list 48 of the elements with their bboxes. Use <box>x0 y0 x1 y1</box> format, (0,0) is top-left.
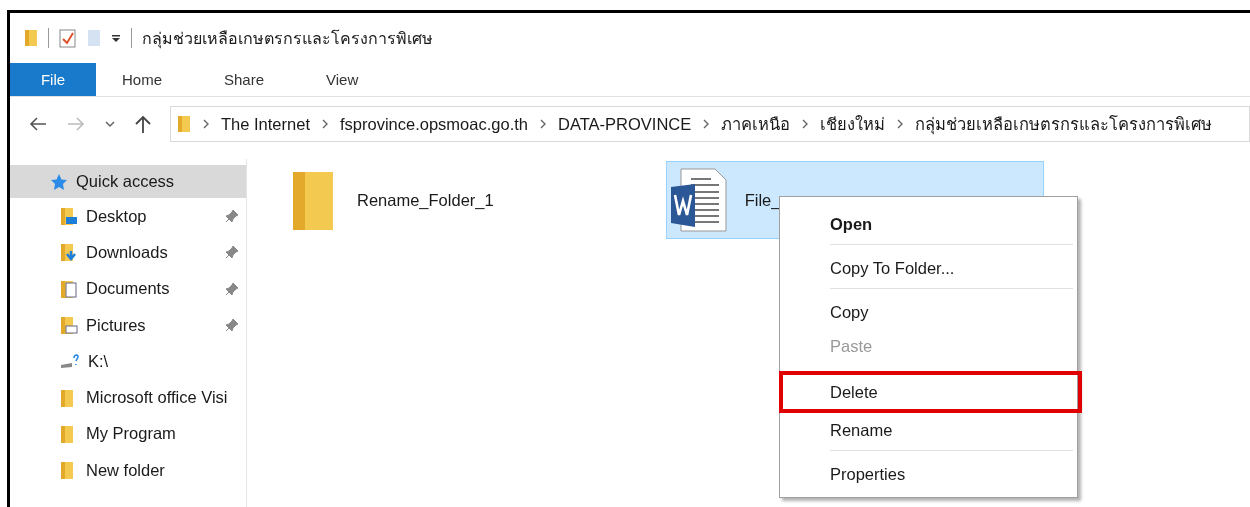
checkbox-icon[interactable] <box>59 28 77 48</box>
pin-icon[interactable] <box>225 209 239 224</box>
file-name: File_ <box>744 190 781 210</box>
pin-icon[interactable] <box>225 281 239 296</box>
dropdown-icon[interactable] <box>111 33 121 43</box>
breadcrumb[interactable]: fsprovince.opsmoac.go.th <box>340 114 528 134</box>
up-arrow-icon[interactable] <box>134 114 152 134</box>
chevron-right-icon <box>539 118 547 130</box>
breadcrumb[interactable]: กลุ่มช่วยเหลือเกษตรกรและโครงการพิเศษ <box>915 111 1213 137</box>
breadcrumb[interactable]: The Internet <box>221 114 310 134</box>
chevron-right-icon <box>896 118 905 130</box>
menu-item[interactable]: Open <box>780 207 1077 251</box>
breadcrumb[interactable]: เชียงใหม่ <box>820 111 886 137</box>
sidebar-item[interactable]: Desktop <box>10 198 246 235</box>
breadcrumb[interactable]: DATA-PROVINCE <box>558 114 692 134</box>
breadcrumb[interactable]: ภาคเหนือ <box>721 111 791 137</box>
drive-icon <box>60 353 80 370</box>
sidebar-item[interactable]: Downloads <box>10 234 246 271</box>
forward-arrow-icon[interactable] <box>66 116 86 132</box>
menu-item[interactable]: Rename <box>780 413 1077 457</box>
sidebar-item[interactable]: New folder <box>10 452 246 489</box>
sidebar-item[interactable]: Quick access <box>10 165 246 198</box>
chevron-right-icon <box>202 118 210 130</box>
sidebar-item[interactable]: Microsoft office Visi <box>10 379 246 416</box>
sidebar-item[interactable]: Pictures <box>10 306 246 344</box>
menu-item[interactable]: Delete <box>779 371 1082 413</box>
address-bar[interactable]: The Internet fsprovince.opsmoac.go.th DATA-PROVINCE ภาคเหนือ เชียงใหม่ กลุ่มช่วยเหลือเกษตรกรและโครงการพิเศษ <box>170 106 1250 142</box>
chevron-down-icon[interactable] <box>104 120 116 128</box>
ribbon-tab[interactable]: Share <box>198 63 291 96</box>
back-arrow-icon[interactable] <box>28 116 48 132</box>
word-document-icon <box>668 167 729 233</box>
window-title: กลุ่มช่วยเหลือเกษตรกรและโครงการพิเศษ <box>142 28 433 51</box>
sidebar-item[interactable]: My Program <box>10 415 246 453</box>
file-name: Rename_Folder_1 <box>357 190 494 210</box>
menu-item[interactable]: Copy To Folder... <box>780 251 1077 295</box>
file-item[interactable]: Rename_Folder_1 <box>287 161 506 239</box>
pin-icon[interactable] <box>225 318 239 333</box>
ribbon-tab[interactable]: File <box>10 63 96 96</box>
pin-icon[interactable] <box>225 245 239 260</box>
sidebar-item[interactable]: Documents <box>10 270 246 307</box>
ribbon-tab[interactable]: View <box>300 63 385 96</box>
chevron-right-icon <box>321 118 329 130</box>
chevron-right-icon <box>801 118 810 130</box>
menu-item[interactable]: Properties <box>780 457 1077 491</box>
menu-item[interactable]: Copy <box>780 295 1077 329</box>
sidebar-item[interactable]: K:\ <box>10 343 246 380</box>
chevron-right-icon <box>702 118 711 130</box>
ribbon-tab[interactable]: Home <box>96 63 188 96</box>
